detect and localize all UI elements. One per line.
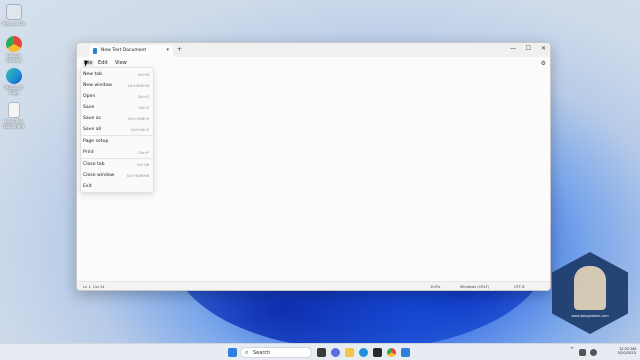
menu-view[interactable]: View bbox=[115, 60, 127, 66]
desktop-icon-recycle-bin[interactable]: Recycle Bin bbox=[2, 4, 26, 26]
close-button[interactable]: ✕ bbox=[541, 45, 546, 52]
desktop-icon-label: Microsoft Edge bbox=[4, 85, 24, 95]
network-icon[interactable] bbox=[579, 349, 586, 356]
status-position: Ln 1, Col 14 bbox=[83, 285, 105, 289]
status-encoding: UTF-8 bbox=[514, 285, 525, 289]
chrome-taskbar-icon[interactable] bbox=[387, 348, 396, 357]
chat-icon[interactable] bbox=[331, 348, 340, 357]
taskbar: ⌕ Search ^ 12:22 AM 5/20/2023 bbox=[0, 343, 640, 360]
chrome-icon bbox=[6, 36, 22, 52]
mouse-pointer-icon bbox=[85, 61, 88, 67]
desktop-icon-edge[interactable]: Microsoft Edge bbox=[2, 68, 26, 95]
desktop-icon-chrome[interactable]: Google Chrome bbox=[2, 36, 26, 63]
menu-item-page-setup[interactable]: Page setup bbox=[83, 136, 151, 147]
tab-dropdown-icon[interactable]: ▾ bbox=[166, 47, 169, 53]
start-button-icon[interactable] bbox=[228, 348, 237, 357]
desktop-icon-label: New Text Document bbox=[3, 119, 25, 129]
tab-new-text-document[interactable]: New Text Document ▾ bbox=[89, 45, 173, 57]
store-icon[interactable] bbox=[373, 348, 382, 357]
menu-edit[interactable]: Edit bbox=[98, 60, 108, 66]
volume-icon[interactable] bbox=[590, 349, 597, 356]
task-view-icon[interactable] bbox=[317, 348, 326, 357]
taskbar-search[interactable]: ⌕ Search bbox=[240, 347, 312, 358]
settings-gear-icon[interactable]: ⚙ bbox=[541, 60, 546, 67]
minimize-button[interactable]: — bbox=[510, 45, 516, 52]
maximize-button[interactable]: ☐ bbox=[526, 45, 531, 52]
edge-taskbar-icon[interactable] bbox=[359, 348, 368, 357]
menu-item-new-tab[interactable]: New tab Ctrl+N bbox=[83, 69, 151, 80]
clock-date: 5/20/2023 bbox=[617, 351, 636, 355]
desktop-icon-label: Google Chrome bbox=[6, 53, 22, 63]
menu-item-save-all[interactable]: Save all Ctrl+Alt+S bbox=[83, 124, 151, 135]
new-tab-button[interactable]: + bbox=[177, 46, 182, 53]
title-bar[interactable]: New Text Document ▾ + — ☐ ✕ bbox=[77, 43, 550, 57]
notepad-taskbar-icon[interactable] bbox=[401, 348, 410, 357]
menu-item-save-as[interactable]: Save as Ctrl+Shift+S bbox=[83, 113, 151, 124]
notepad-icon bbox=[93, 48, 97, 54]
menu-item-save[interactable]: Save Ctrl+S bbox=[83, 102, 151, 113]
desktop-icon-text-document[interactable]: New Text Document bbox=[2, 102, 26, 129]
recycle-bin-icon bbox=[6, 4, 22, 20]
status-bar: Ln 1, Col 14 100% Windows (CRLF) UTF-8 bbox=[77, 281, 550, 290]
search-label: Search bbox=[253, 350, 271, 356]
watermark-text: www.bongotoles.com bbox=[571, 314, 609, 318]
edge-icon bbox=[6, 68, 22, 84]
watermark-glyph bbox=[574, 266, 606, 310]
menu-item-close-window[interactable]: Close window Ctrl+Shift+W bbox=[83, 170, 151, 181]
file-menu-dropdown: New tab Ctrl+N New window Ctrl+Shift+N Ope… bbox=[80, 67, 154, 193]
tray-overflow-icon[interactable]: ^ bbox=[570, 347, 574, 353]
status-line-ending: Windows (CRLF) bbox=[460, 285, 490, 289]
menu-item-exit[interactable]: Exit bbox=[83, 181, 151, 192]
clock[interactable]: 12:22 AM 5/20/2023 bbox=[618, 347, 636, 355]
watermark-logo: www.bongotoles.com bbox=[552, 252, 628, 334]
menu-item-open[interactable]: Open Ctrl+O bbox=[83, 91, 151, 102]
text-file-icon bbox=[8, 102, 20, 118]
status-zoom: 100% bbox=[430, 285, 441, 289]
desktop-icon-label: Recycle Bin bbox=[2, 21, 26, 26]
tab-title: New Text Document bbox=[101, 48, 147, 53]
file-explorer-icon[interactable] bbox=[345, 348, 354, 357]
menu-item-print[interactable]: Print Ctrl+P bbox=[83, 147, 151, 158]
menu-item-new-window[interactable]: New window Ctrl+Shift+N bbox=[83, 80, 151, 91]
menu-file[interactable]: File bbox=[82, 60, 95, 66]
menu-item-close-tab[interactable]: Close tab Ctrl+W bbox=[83, 159, 151, 170]
search-icon: ⌕ bbox=[245, 349, 249, 356]
